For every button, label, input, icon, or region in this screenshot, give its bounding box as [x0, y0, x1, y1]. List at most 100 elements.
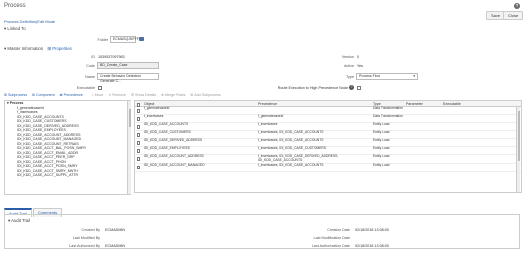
parameter-cell[interactable]: [404, 164, 441, 171]
precedence-grid: Object Precedence Type Parameter Executa…: [134, 100, 522, 193]
move-label: Move: [94, 93, 104, 97]
row-select-cell[interactable]: [135, 164, 142, 171]
audit-title: Audit Trail: [11, 218, 31, 223]
row-select-cell[interactable]: [135, 147, 142, 154]
row-select-cell[interactable]: [135, 123, 142, 130]
object-cell: IDI_KDD_CASE_ACCOUNT_ADDRESS: [144, 154, 204, 158]
name-field[interactable]: Create Behavior Detection Generate C...: [97, 73, 159, 83]
precedence-cell: f_insertcases: [258, 122, 278, 126]
row-select-cell[interactable]: [135, 139, 142, 146]
executable-cell[interactable]: [441, 147, 521, 154]
precedence-button[interactable]: ⇄ Precedence: [60, 93, 83, 97]
executable-cell[interactable]: [441, 115, 521, 122]
show-details-button[interactable]: ☰ Show Details: [131, 93, 156, 97]
executable-cell[interactable]: [441, 123, 521, 130]
parameter-cell[interactable]: [404, 155, 441, 163]
creation-date-value: 02/18/2018 13:08:00: [355, 228, 389, 232]
process-tree[interactable]: ▾ Process f_generatecaseid f_insertcases I…: [4, 100, 131, 195]
select-all-checkbox[interactable]: [136, 103, 141, 107]
help-icon[interactable]: ?: [514, 3, 520, 9]
authorized-by-value: ECMADMIN: [105, 244, 126, 248]
component-label: Component: [36, 93, 55, 97]
row-checkbox[interactable]: [136, 133, 141, 137]
executable-cell[interactable]: [441, 139, 521, 146]
row-checkbox[interactable]: [136, 117, 141, 121]
parameter-cell[interactable]: [404, 115, 441, 122]
route-checkbox[interactable]: [357, 86, 361, 90]
properties-label: Properties: [52, 46, 72, 51]
add-subprocess-label: Add Subprocess: [194, 93, 221, 97]
type-select[interactable]: Process Flow ▾: [356, 73, 418, 80]
precedence-cell: f_insertcases, IDI_KDD_CASE_DERIVED_ADDR…: [258, 154, 339, 162]
folder-select[interactable]: ECMASQJNFFF: [110, 36, 139, 43]
audit-section[interactable]: ▾ Audit Trail: [8, 218, 30, 224]
object-cell: IDI_KDD_CASE_DERIVED_ADDRESS: [144, 138, 203, 142]
executable-label: Executable: [76, 86, 95, 90]
type-cell: Entity Load: [373, 162, 390, 167]
tree-item[interactable]: IDI_KDD_CASE_ACCT_SUPPL_ATTR: [11, 173, 130, 178]
row-select-cell[interactable]: [135, 155, 142, 163]
row-checkbox[interactable]: [136, 109, 141, 113]
type-cell: Entity Load: [373, 154, 390, 158]
table-row[interactable]: f_insertcases f_generatecaseid Data Transf…: [135, 114, 521, 123]
row-select-cell[interactable]: [135, 115, 142, 122]
component-button[interactable]: ⊞ Component: [32, 93, 55, 97]
tree-root-label: Process: [9, 101, 24, 105]
executable-cell[interactable]: [441, 155, 521, 163]
parameter-cell[interactable]: [404, 107, 441, 114]
linked-to-section[interactable]: ▾ Linked To: [4, 26, 26, 32]
executable-header[interactable]: Executable: [441, 101, 521, 106]
table-row[interactable]: IDI_KDD_CASE_DERIVED_ADDRESS f_insertcase…: [135, 138, 521, 147]
type-select-value: Process Flow: [359, 74, 381, 78]
parameter-header[interactable]: Parameter: [404, 101, 441, 106]
row-checkbox[interactable]: [136, 165, 141, 170]
tree-scrollbar[interactable]: [127, 101, 131, 194]
type-cell: Entity Load: [373, 138, 390, 142]
object-cell: IDI_KDD_CASE_ACCOUNT_MANAGED: [144, 162, 205, 167]
parameter-cell[interactable]: [404, 147, 441, 154]
remove-label: Remove: [112, 93, 126, 97]
executable-cell[interactable]: [441, 164, 521, 171]
precedence-cell: f_insertcases, IDI_KDD_CASE_ACCOUNTS: [258, 130, 324, 134]
merge-button[interactable]: ⊕ Merge Rules: [161, 93, 185, 97]
row-select-cell[interactable]: [135, 107, 142, 114]
parameter-cell[interactable]: [404, 123, 441, 130]
master-info-section[interactable]: ▾ Master Information ⊞ Properties: [4, 46, 72, 52]
object-cell: f_insertcases: [144, 114, 164, 118]
remove-button[interactable]: ✕ Remove: [108, 93, 125, 97]
executable-checkbox[interactable]: [98, 86, 102, 90]
precedence-header[interactable]: Precedence: [256, 101, 371, 106]
precedence-label: Precedence: [63, 93, 83, 97]
type-cell: Entity Load: [373, 122, 390, 126]
executable-cell[interactable]: [441, 131, 521, 138]
subprocess-button[interactable]: ⊞ Subprocess: [4, 93, 27, 97]
info-icon[interactable]: ?: [349, 85, 354, 90]
breadcrumb[interactable]: Process Definition|Edit Mode: [4, 19, 55, 24]
id-label: ID: [91, 55, 95, 59]
executable-cell[interactable]: [441, 107, 521, 114]
add-subprocess-button[interactable]: ⊞ Add Subprocess: [190, 93, 220, 97]
row-checkbox[interactable]: [136, 157, 141, 161]
table-row[interactable]: IDI_KDD_CASE_ACCOUNTS f_insertcases Entity…: [135, 122, 521, 131]
row-checkbox[interactable]: [136, 141, 141, 145]
authorized-by-label: Last Authorized By: [69, 244, 100, 248]
select-all-cell[interactable]: [135, 101, 142, 107]
folder-browse-icon[interactable]: [139, 37, 144, 41]
object-cell: IDI_KDD_CASE_CUSTOMERS: [144, 130, 191, 134]
row-checkbox[interactable]: [136, 125, 141, 129]
parameter-cell[interactable]: [404, 139, 441, 146]
table-row[interactable]: f_generatecaseid Data Transformation: [135, 106, 521, 115]
precedence-cell: f_insertcases, IDI_KDD_CASE_ACCOUNTS: [258, 138, 324, 142]
grid-scrollbar[interactable]: [516, 107, 520, 192]
linked-to-title: Linked To: [7, 26, 26, 31]
properties-link[interactable]: ⊞ Properties: [47, 46, 71, 51]
parameter-cell[interactable]: [404, 131, 441, 138]
type-cell: Entity Load: [373, 146, 390, 150]
creation-date-label: Creation Date: [327, 228, 350, 232]
row-select-cell[interactable]: [135, 131, 142, 138]
table-row[interactable]: IDI_KDD_CASE_ACCOUNT_MANAGED f_insertcase…: [135, 162, 521, 172]
row-checkbox[interactable]: [136, 149, 141, 153]
close-button[interactable]: Close: [503, 11, 524, 20]
authorization-date-label: Last Authorization Date: [311, 244, 350, 248]
move-button[interactable]: ↕ Move: [92, 93, 104, 97]
